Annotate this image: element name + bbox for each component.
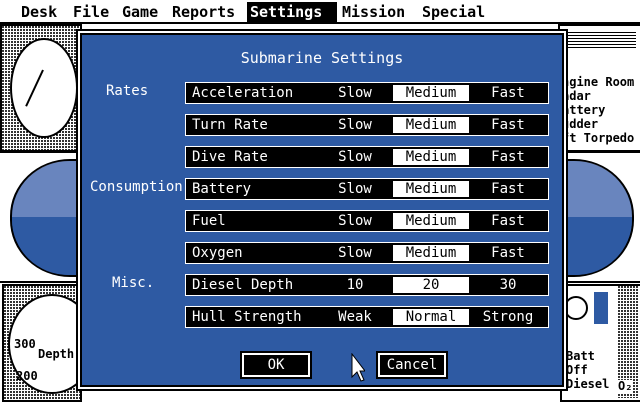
setting-label-acceleration: Acceleration (192, 85, 294, 101)
setting-row-oxygen: Oxygen Slow Medium Fast (185, 242, 549, 264)
menu-file[interactable]: File (70, 2, 112, 22)
option-turn-rate-fast[interactable]: Fast (471, 117, 545, 133)
compass-gauge (10, 38, 78, 138)
compartment-label: ft Torpedo (562, 131, 635, 145)
option-hull-strength-normal[interactable]: Normal (393, 309, 469, 325)
group-label-misc: Misc. (112, 275, 155, 291)
status-diesel: Diesel (566, 377, 610, 391)
setting-row-acceleration: Acceleration Slow Medium Fast (185, 82, 549, 104)
setting-label-turn-rate: Turn Rate (192, 117, 268, 133)
menu-mission[interactable]: Mission (339, 2, 408, 22)
depth-gauge-panel: Depth 300 200 (2, 284, 96, 402)
setting-label-diesel-depth: Diesel Depth (192, 277, 294, 293)
menu-special[interactable]: Special (419, 2, 488, 22)
option-hull-strength-strong[interactable]: Strong (471, 309, 545, 325)
submarine-settings-dialog: Submarine Settings Rates Consumption Mis… (80, 33, 564, 387)
dialog-title: Submarine Settings (240, 49, 404, 67)
setting-label-dive-rate: Dive Rate (192, 149, 268, 165)
menu-desk[interactable]: Desk (18, 2, 60, 22)
setting-row-battery: Battery Slow Medium Fast (185, 178, 549, 200)
option-turn-rate-slow[interactable]: Slow (319, 117, 391, 133)
mouse-pointer-icon (351, 353, 365, 382)
cancel-button[interactable]: Cancel (376, 351, 448, 379)
option-acceleration-medium[interactable]: Medium (393, 85, 469, 101)
option-fuel-fast[interactable]: Fast (471, 213, 545, 229)
menu-settings[interactable]: Settings (247, 2, 337, 22)
option-battery-fast[interactable]: Fast (471, 181, 545, 197)
setting-label-fuel: Fuel (192, 213, 226, 229)
setting-row-hull-strength: Hull Strength Weak Normal Strong (185, 306, 549, 328)
option-dive-rate-slow[interactable]: Slow (319, 149, 391, 165)
option-turn-rate-medium[interactable]: Medium (393, 117, 469, 133)
compartment-label: attery (562, 103, 606, 117)
compartment-label: ngine Room (562, 75, 635, 89)
option-battery-slow[interactable]: Slow (319, 181, 391, 197)
oxygen-label: O₂ (618, 379, 633, 393)
option-diesel-depth-20[interactable]: 20 (393, 277, 469, 293)
option-acceleration-slow[interactable]: Slow (319, 85, 391, 101)
option-fuel-slow[interactable]: Slow (319, 213, 391, 229)
group-label-consumption: Consumption (90, 179, 183, 195)
compartment-panel: ngine Room adar attery udder ft Torpedo (558, 24, 640, 152)
setting-row-dive-rate: Dive Rate Slow Medium Fast (185, 146, 549, 168)
option-hull-strength-weak[interactable]: Weak (319, 309, 391, 325)
setting-label-hull-strength: Hull Strength (192, 309, 302, 325)
depth-label: Depth (38, 347, 75, 361)
option-oxygen-slow[interactable]: Slow (319, 245, 391, 261)
setting-label-battery: Battery (192, 181, 252, 197)
indicator-icon (594, 292, 608, 324)
menu-reports[interactable]: Reports (169, 2, 238, 22)
valve-icon (564, 296, 588, 320)
option-acceleration-fast[interactable]: Fast (471, 85, 545, 101)
setting-label-oxygen: Oxygen (192, 245, 243, 261)
compartment-label: udder (562, 117, 599, 131)
depth-tick-300: 300 (14, 337, 36, 351)
ok-button[interactable]: OK (240, 351, 312, 379)
menu-game[interactable]: Game (119, 2, 161, 22)
option-diesel-depth-10[interactable]: 10 (319, 277, 391, 293)
option-fuel-medium[interactable]: Medium (393, 213, 469, 229)
compass-panel (0, 24, 82, 152)
setting-row-fuel: Fuel Slow Medium Fast (185, 210, 549, 232)
status-panel: Batt Off Diesel O₂ (560, 284, 640, 402)
option-dive-rate-medium[interactable]: Medium (393, 149, 469, 165)
menu-bar: Desk File Game Reports Settings Mission … (0, 0, 640, 24)
compartment-label: adar (562, 89, 591, 103)
option-battery-medium[interactable]: Medium (393, 181, 469, 197)
group-label-rates: Rates (106, 83, 149, 99)
status-batt: Batt (566, 349, 595, 363)
option-oxygen-fast[interactable]: Fast (471, 245, 545, 261)
setting-row-turn-rate: Turn Rate Slow Medium Fast (185, 114, 549, 136)
option-diesel-depth-30[interactable]: 30 (471, 277, 545, 293)
submarine-silhouette-icon (562, 32, 636, 50)
setting-row-diesel-depth: Diesel Depth 10 20 30 (185, 274, 549, 296)
depth-tick-200: 200 (16, 369, 38, 383)
option-dive-rate-fast[interactable]: Fast (471, 149, 545, 165)
status-off: Off (566, 363, 588, 377)
option-oxygen-medium[interactable]: Medium (393, 245, 469, 261)
